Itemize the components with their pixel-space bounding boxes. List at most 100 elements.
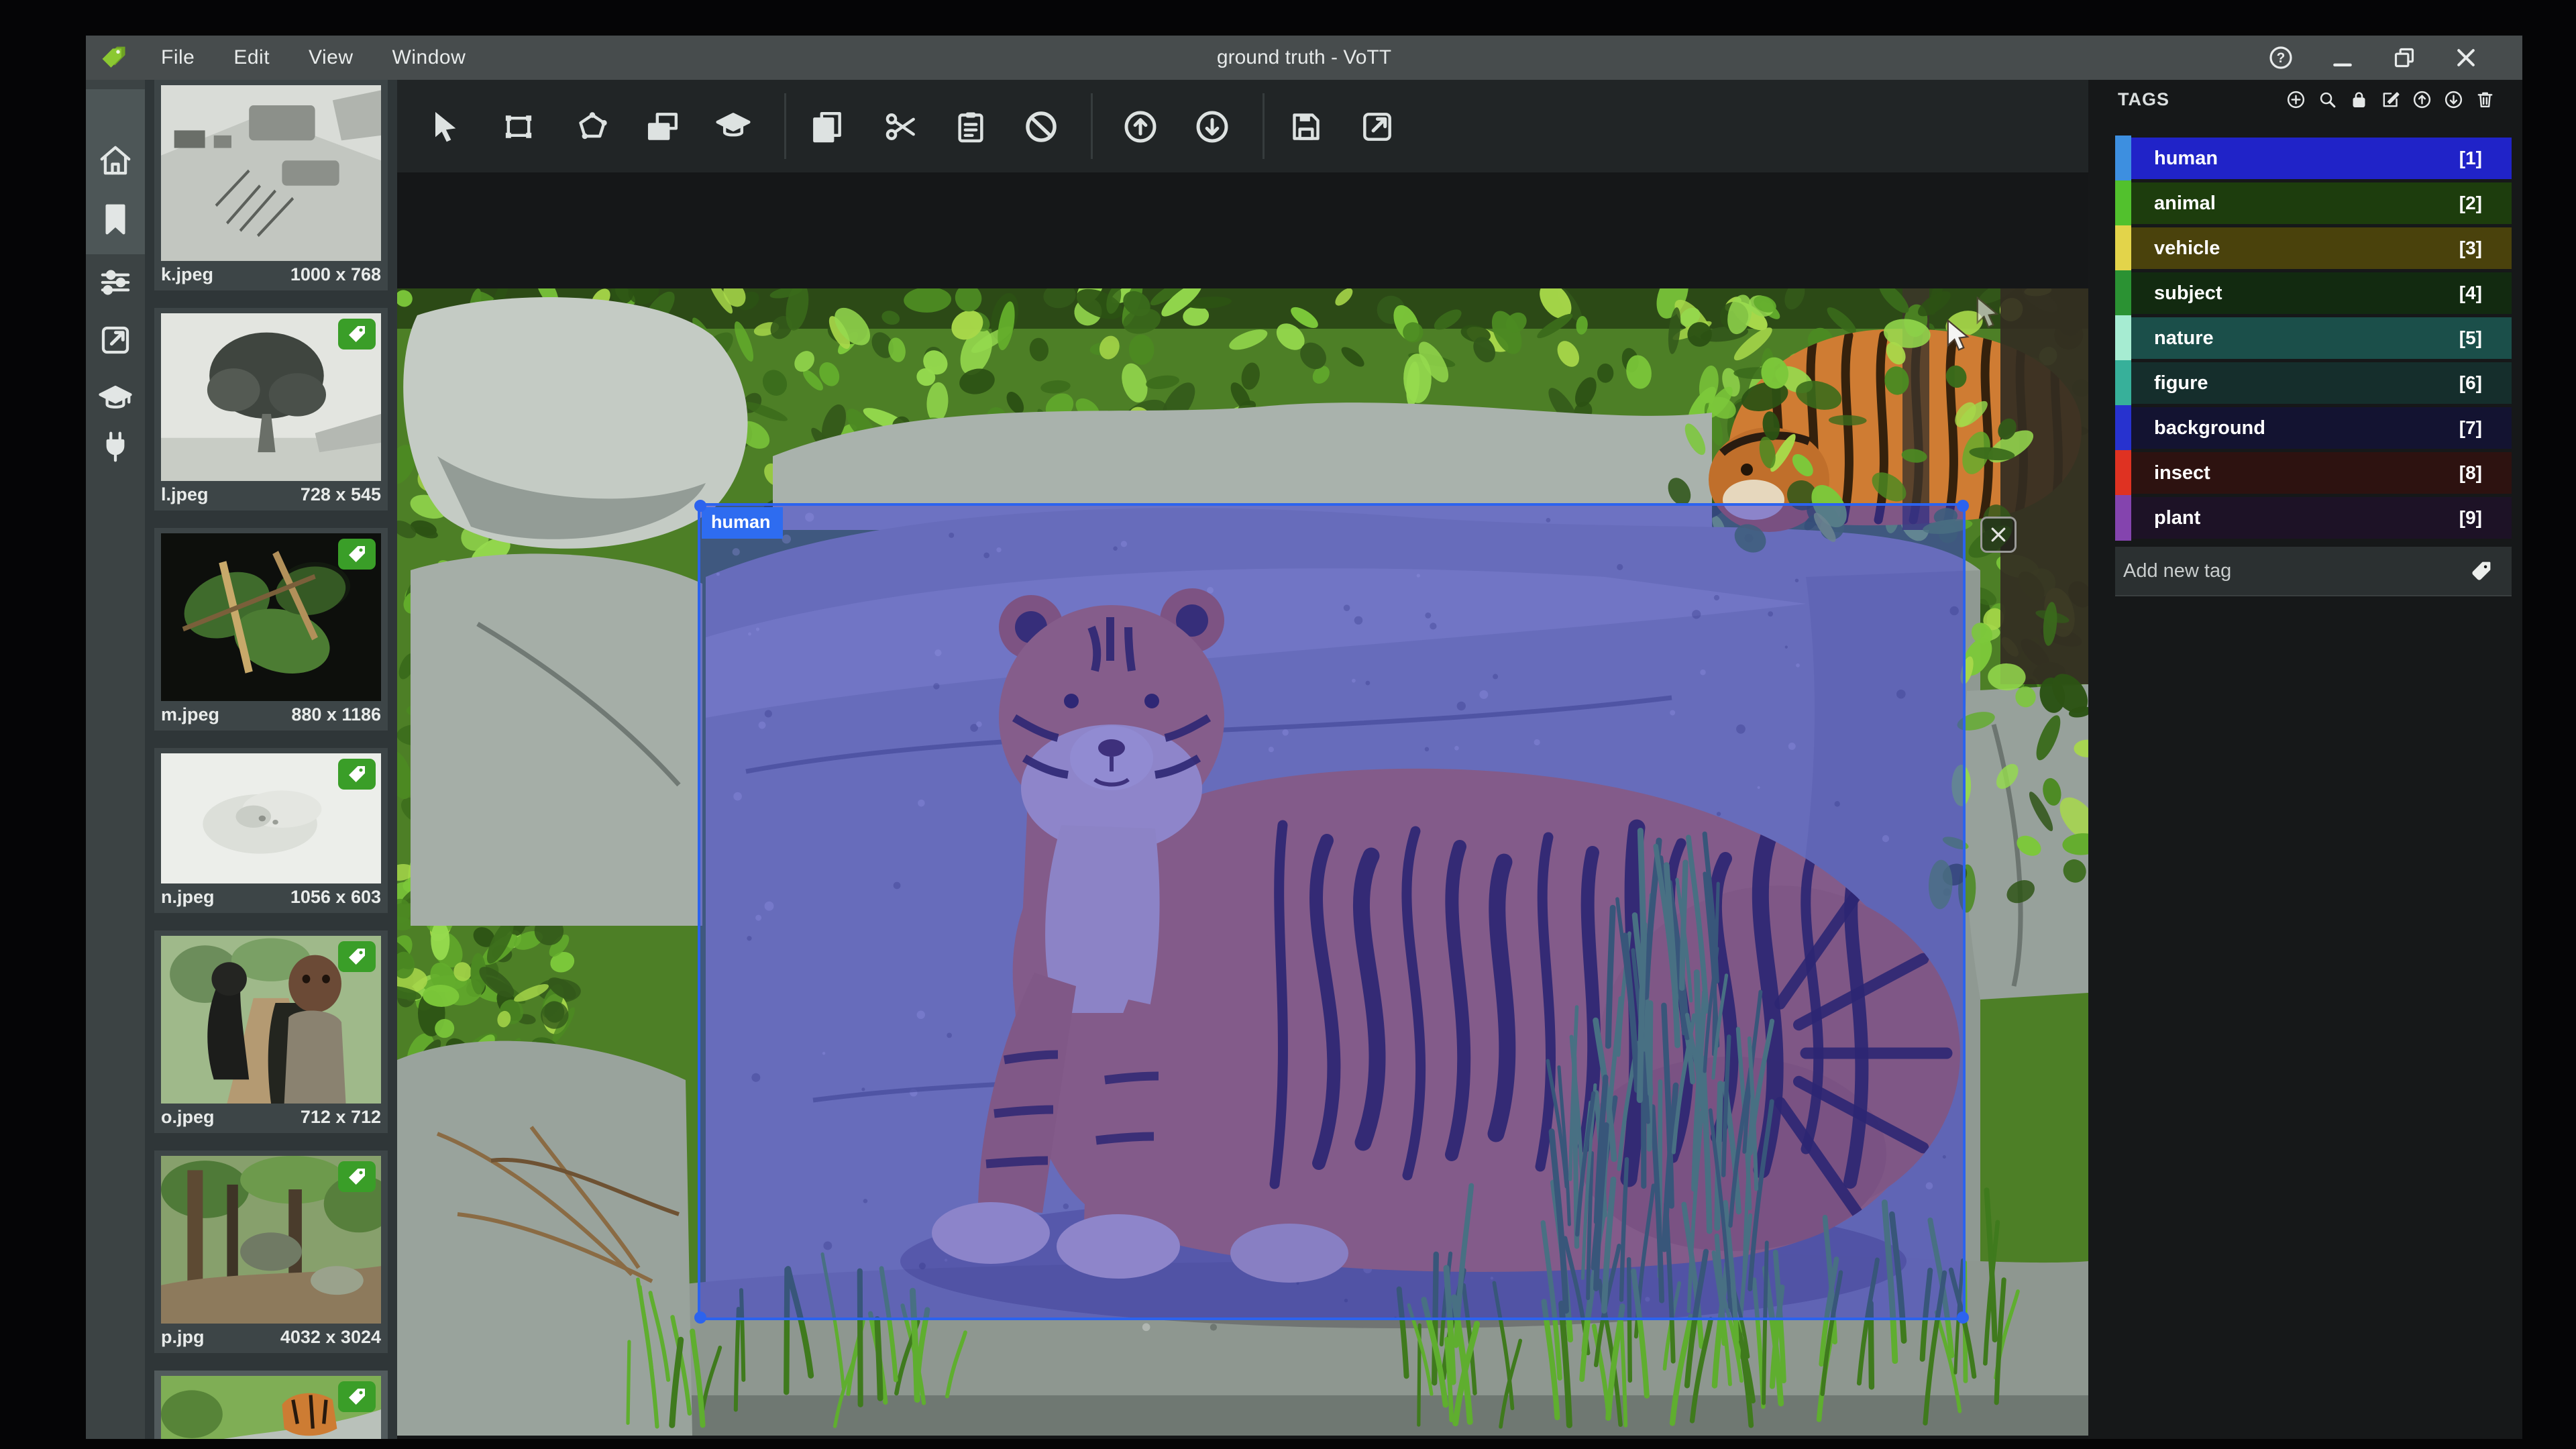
region-handle-bottom-right[interactable] [1957,1311,1969,1324]
tag-row[interactable]: subject [4] [2115,272,2512,314]
menu-item[interactable]: File [161,46,195,69]
graduation-cap-icon[interactable] [97,381,133,417]
tag-color-swatch[interactable] [2115,270,2131,316]
plug-icon[interactable] [97,429,133,465]
tagged-badge-icon [338,319,376,350]
tag-row[interactable]: nature [5] [2115,317,2512,359]
region-handle-top-right[interactable] [1957,500,1969,512]
sliders-icon[interactable] [97,264,133,301]
active-learning-icon[interactable] [714,108,752,146]
tag-name: animal [2154,193,2216,215]
search-icon[interactable] [2317,89,2338,110]
asset-thumbnail[interactable] [161,753,381,883]
tag-name: plant [2154,507,2200,529]
cut-regions-icon[interactable] [882,108,920,146]
asset-dimensions: 1000 x 768 [290,264,381,285]
tag-hotkey: [6] [2459,372,2482,394]
copy-rectangle-icon[interactable] [644,108,682,146]
tag-row[interactable]: insect [8] [2115,452,2512,494]
asset-card[interactable] [154,1371,388,1439]
menu-item[interactable]: Edit [233,46,270,69]
tag-row[interactable]: human [1] [2115,138,2512,179]
asset-card[interactable]: n.jpeg 1056 x 603 [154,748,388,913]
home-icon[interactable] [97,142,133,178]
tagged-badge-icon [338,539,376,570]
tag-row[interactable]: animal [2] [2115,182,2512,224]
tag-icon [2470,559,2493,582]
select-icon[interactable] [426,108,464,146]
close-icon[interactable] [2453,44,2479,71]
asset-filename: o.jpeg [161,1107,215,1128]
draw-rectangle-icon[interactable] [500,108,537,146]
tags-panel: TAGS [2088,80,2522,1439]
tag-color-swatch[interactable] [2115,180,2131,226]
tag-hotkey: [2] [2459,193,2482,214]
asset-dimensions: 880 x 1186 [291,704,381,725]
menu-item[interactable]: Window [392,46,466,69]
export-project-icon[interactable] [1358,108,1396,146]
add-icon[interactable] [2286,89,2306,110]
tag-row[interactable]: plant [9] [2115,497,2512,539]
region-delete-button[interactable] [1980,517,2017,553]
asset-thumbnail[interactable] [161,85,381,261]
tag-row[interactable]: figure [6] [2115,362,2512,404]
help-icon[interactable]: ? [2267,44,2294,71]
nav-sidebar [86,80,145,1439]
add-new-tag-row[interactable]: Add new tag [2115,547,2512,596]
arrow-down-icon[interactable] [2443,89,2464,110]
arrow-up-icon[interactable] [2412,89,2432,110]
editor-toolbar [397,80,2088,172]
asset-thumbnail[interactable] [161,936,381,1104]
restore-icon[interactable] [2391,44,2418,71]
tag-row[interactable]: vehicle [3] [2115,227,2512,269]
asset-card[interactable]: m.jpeg 880 x 1186 [154,528,388,731]
minimize-icon[interactable] [2329,44,2356,71]
annotation-canvas[interactable]: human [397,288,2088,1436]
mouse-cursor [1945,319,1972,354]
tag-color-swatch[interactable] [2115,225,2131,271]
tags-header: TAGS [2088,80,2522,119]
trash-icon[interactable] [2475,89,2496,110]
asset-thumbnail[interactable] [161,1156,381,1324]
next-asset-icon[interactable] [1193,108,1231,146]
tag-name: human [2154,148,2218,170]
tag-color-swatch[interactable] [2115,495,2131,541]
lock-icon[interactable] [2349,89,2369,110]
tagged-badge-icon [338,1381,376,1412]
region-handle-bottom-left[interactable] [694,1311,706,1324]
tagged-badge-icon [338,1161,376,1192]
tag-hotkey: [3] [2459,237,2482,259]
export-icon[interactable] [97,322,133,358]
tag-row[interactable]: background [7] [2115,407,2512,449]
tag-color-swatch[interactable] [2115,136,2131,181]
asset-filename: l.jpeg [161,484,209,505]
asset-card[interactable]: o.jpeg 712 x 712 [154,930,388,1133]
tag-list: human [1] animal [2] vehicle [3] [2115,138,2512,539]
tag-color-swatch[interactable] [2115,450,2131,496]
bookmark-icon[interactable] [97,201,133,237]
asset-card[interactable]: l.jpeg 728 x 545 [154,308,388,511]
tag-hotkey: [7] [2459,417,2482,439]
region-tag-label[interactable]: human [702,507,783,539]
tag-color-swatch[interactable] [2115,360,2131,406]
region-bounding-box[interactable]: human [698,503,1966,1320]
paste-regions-icon[interactable] [952,108,989,146]
save-project-icon[interactable] [1287,108,1325,146]
copy-regions-icon[interactable] [808,108,846,146]
region-handle-top-left[interactable] [694,500,706,512]
remove-all-regions-icon[interactable] [1022,108,1060,146]
tag-color-swatch[interactable] [2115,405,2131,451]
asset-thumbnail[interactable] [161,313,381,481]
tag-color-swatch[interactable] [2115,315,2131,361]
asset-card[interactable]: p.jpg 4032 x 3024 [154,1150,388,1353]
menu-item[interactable]: View [309,46,353,69]
add-new-tag-input[interactable]: Add new tag [2123,560,2231,582]
asset-thumbnail[interactable] [161,533,381,701]
tag-hotkey: [9] [2459,507,2482,529]
draw-polygon-icon[interactable] [574,108,611,146]
tag-hotkey: [5] [2459,327,2482,349]
edit-icon[interactable] [2380,89,2401,110]
previous-asset-icon[interactable] [1122,108,1159,146]
asset-thumbnail[interactable] [161,1376,381,1439]
asset-card[interactable]: k.jpeg 1000 x 768 [154,80,388,290]
